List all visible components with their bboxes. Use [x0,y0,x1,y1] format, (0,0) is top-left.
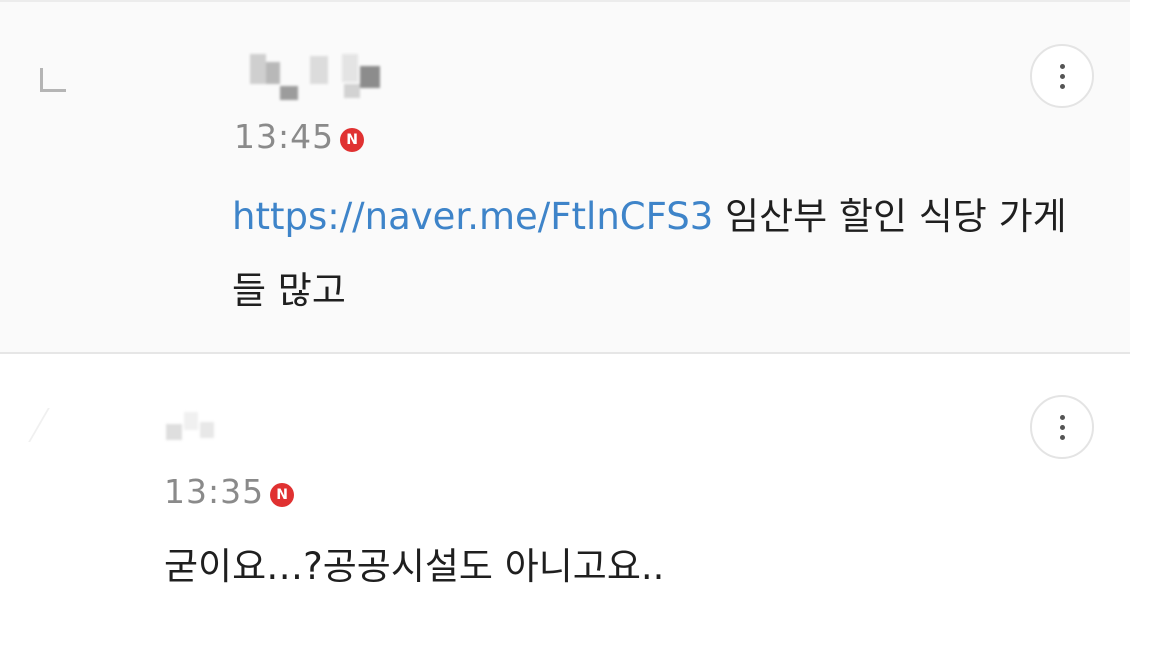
new-badge-icon: N [270,483,295,507]
new-badge-icon: N [340,128,365,152]
more-vertical-icon [1060,415,1065,420]
blurred-author-name [164,408,236,444]
comment [0,354,1130,671]
comment-text: 굳이요…?공공시설도 아니고요.. [164,545,665,588]
timestamp-text: 13:35 [164,472,265,511]
comment-timestamp: 13:35 N [164,472,295,511]
blurred-author-name [246,50,386,106]
more-options-button[interactable] [1030,44,1094,108]
timestamp-text: 13:45 [234,117,335,156]
more-vertical-icon [1060,64,1065,69]
comment-text: https://naver.me/FtlnCFS3 임산부 할인 식당 가게들 … [232,180,1092,328]
more-options-button[interactable] [1030,395,1094,459]
reply-arrow-icon [40,68,66,92]
comment-timestamp: 13:45 N [234,117,365,156]
comment-link[interactable]: https://naver.me/FtlnCFS3 [232,195,713,238]
